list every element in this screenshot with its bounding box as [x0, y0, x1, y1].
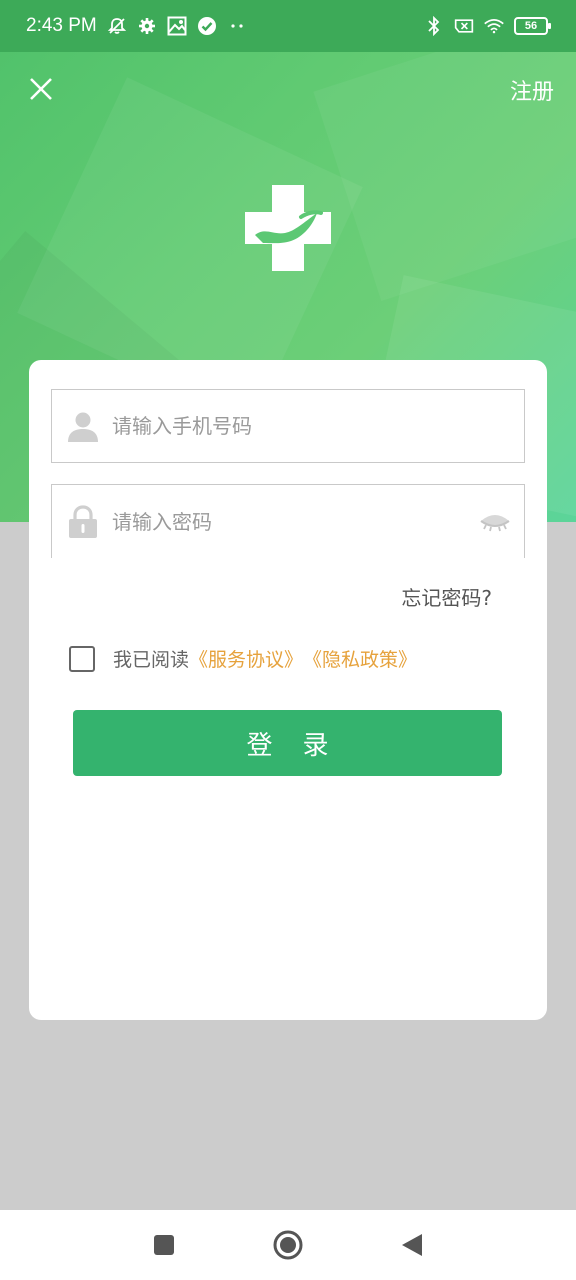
password-input[interactable] — [112, 509, 480, 534]
more-dots-icon — [227, 16, 247, 36]
recent-apps-button[interactable] — [147, 1228, 181, 1262]
wifi-icon — [484, 16, 504, 36]
check-circle-icon — [197, 16, 217, 36]
login-button[interactable]: 登录 — [73, 710, 502, 776]
forgot-password-link[interactable]: 忘记密码? — [401, 582, 492, 611]
service-agreement-link[interactable]: 《服务协议》 — [189, 645, 303, 672]
mute-icon — [107, 16, 127, 36]
settings-icon — [137, 16, 157, 36]
status-bar: 2:43 PM 56 — [0, 0, 576, 52]
back-button[interactable] — [395, 1228, 429, 1262]
bluetooth-icon — [424, 16, 444, 36]
status-time: 2:43 PM — [26, 15, 97, 36]
recent-apps-icon — [154, 1235, 174, 1255]
privacy-policy-link[interactable]: 《隐私政策》 — [303, 645, 417, 672]
home-button[interactable] — [271, 1228, 305, 1262]
password-field — [51, 484, 525, 558]
eye-closed-icon[interactable] — [480, 511, 510, 533]
app-logo — [243, 183, 333, 273]
agreement-prefix: 我已阅读 — [113, 649, 190, 671]
login-card: 忘记密码? 我已阅读 《服务协议》 《隐私政策》 登录 — [29, 360, 547, 1020]
user-icon — [68, 412, 98, 442]
login-screen: 2:43 PM 56 注册 请输入手机号码 忘记密码? 我已阅读 《服务协议》 … — [0, 0, 576, 1280]
lock-icon — [69, 504, 97, 538]
home-icon — [273, 1230, 303, 1260]
phone-field — [51, 389, 525, 463]
battery-icon: 56 — [514, 17, 551, 35]
navigation-bar — [0, 1210, 576, 1280]
back-icon — [402, 1234, 422, 1256]
phone-input[interactable] — [112, 414, 524, 438]
register-link[interactable]: 注册 — [510, 74, 554, 106]
close-icon — [30, 78, 52, 100]
medical-cross-hand-icon — [245, 185, 331, 271]
agreement-row: 我已阅读 《服务协议》 《隐私政策》 — [69, 645, 417, 672]
status-right: 56 — [424, 16, 551, 36]
close-button[interactable] — [26, 74, 56, 104]
status-left: 2:43 PM — [26, 15, 247, 37]
sim-x-icon — [454, 16, 474, 36]
agreement-checkbox[interactable] — [69, 645, 95, 672]
battery-level: 56 — [524, 20, 538, 32]
image-icon — [167, 16, 187, 36]
